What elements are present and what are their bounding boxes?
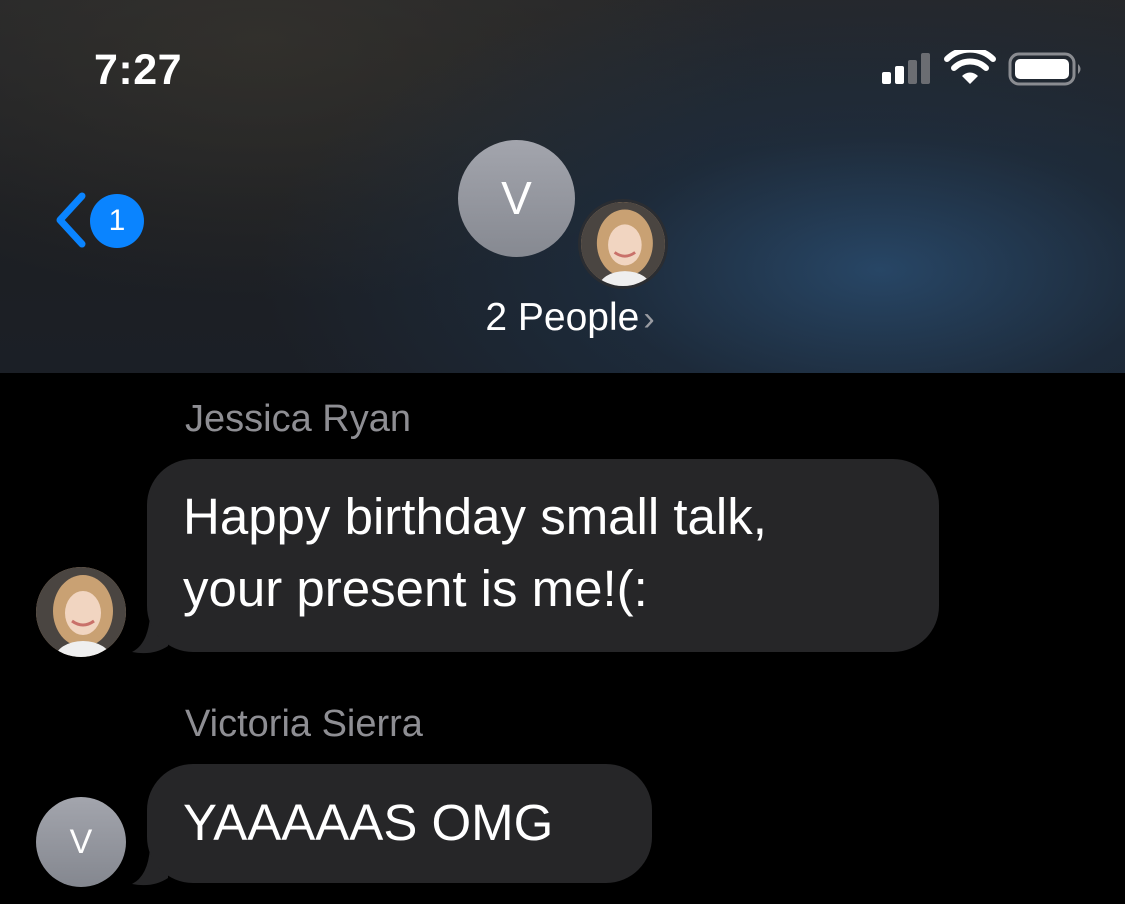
chevron-right-icon: › (643, 300, 655, 338)
sender-name: Victoria Sierra (185, 703, 423, 745)
conversation-header: 7:27 1 V 2 People › (0, 0, 1125, 373)
message-line: Happy birthday small talk, (183, 488, 767, 545)
message-line: YAAAAAS OMG (183, 794, 554, 851)
message-bubble[interactable]: Happy birthday small talk, your present … (147, 459, 939, 652)
chevron-left-icon (56, 192, 86, 248)
wifi-icon (944, 50, 996, 84)
sender-avatar-photo[interactable] (36, 567, 126, 657)
status-time: 7:27 (94, 46, 183, 94)
person-photo-icon (581, 202, 665, 286)
people-info-link[interactable]: 2 People › (440, 296, 700, 350)
group-avatar-photo[interactable] (578, 199, 668, 289)
sender-name: Jessica Ryan (185, 398, 411, 440)
message-bubble[interactable]: YAAAAAS OMG (147, 764, 652, 883)
person-photo-icon (36, 567, 126, 657)
signal-icon (882, 53, 930, 84)
message-line: your present is me!(: (183, 560, 648, 617)
battery-icon (1008, 52, 1081, 86)
group-avatar-initial[interactable]: V (458, 140, 575, 257)
back-button[interactable]: 1 (40, 182, 150, 258)
people-count-label: 2 People (485, 296, 640, 339)
sender-avatar-initial[interactable]: V (36, 797, 126, 887)
unread-badge: 1 (90, 194, 144, 248)
